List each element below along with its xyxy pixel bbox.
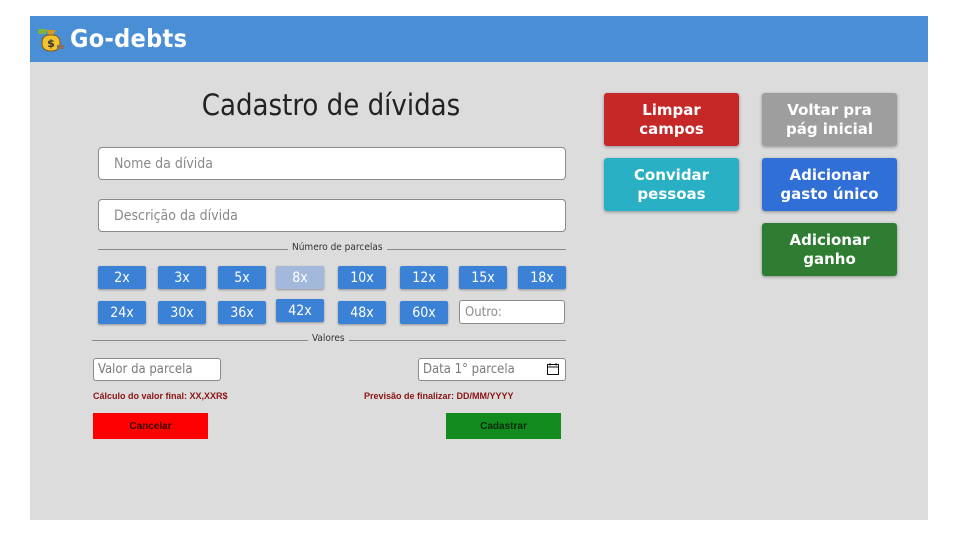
parcelas-label: Número de parcelas bbox=[288, 242, 387, 253]
voltar-inicial-button[interactable]: Voltar pra pág inicial bbox=[762, 93, 897, 146]
parcela-button-60x[interactable]: 60x bbox=[400, 301, 448, 324]
cadastrar-button[interactable]: Cadastrar bbox=[446, 413, 561, 439]
adicionar-gasto-unico-button[interactable]: Adicionar gasto único bbox=[762, 158, 897, 211]
outro-input[interactable]: Outro: bbox=[459, 300, 565, 324]
parcela-button-10x[interactable]: 10x bbox=[338, 266, 386, 289]
parcela-button-24x[interactable]: 24x bbox=[98, 301, 146, 324]
parcela-button-2x[interactable]: 2x bbox=[98, 266, 146, 289]
parcela-button-12x[interactable]: 12x bbox=[400, 266, 448, 289]
previsao-finalizar: Previsão de finalizar: DD/MM/YYYY bbox=[364, 391, 514, 401]
parcela-button-48x[interactable]: 48x bbox=[338, 301, 386, 324]
money-bag-icon: $ bbox=[38, 29, 64, 52]
parcela-button-8x[interactable]: 8x bbox=[276, 266, 324, 289]
calculo-valor-final: Cálculo do valor final: XX,XXR$ bbox=[93, 391, 228, 401]
valor-parcela-input[interactable]: Valor da parcela bbox=[93, 358, 221, 381]
cancelar-button[interactable]: Cancelar bbox=[93, 413, 208, 439]
parcela-button-36x[interactable]: 36x bbox=[218, 301, 266, 324]
data-parcela-input[interactable]: Data 1° parcela bbox=[418, 358, 566, 381]
data-parcela-placeholder: Data 1° parcela bbox=[423, 362, 515, 377]
adicionar-ganho-button[interactable]: Adicionar ganho bbox=[762, 223, 897, 276]
app-title: Go-debts bbox=[70, 24, 188, 53]
descricao-divida-input[interactable]: Descrição da dívida bbox=[98, 199, 566, 232]
parcela-button-30x[interactable]: 30x bbox=[158, 301, 206, 324]
svg-text:$: $ bbox=[47, 37, 55, 50]
page-title: Cadastro de dívidas bbox=[201, 88, 461, 122]
valores-label: Valores bbox=[308, 333, 349, 344]
header-bar: $ Go-debts bbox=[30, 16, 928, 62]
parcela-button-15x[interactable]: 15x bbox=[459, 266, 507, 289]
convidar-pessoas-button[interactable]: Convidar pessoas bbox=[604, 158, 739, 211]
app-window: $ Go-debts Cadastro de dívidas Nome da d… bbox=[30, 16, 928, 520]
parcela-button-3x[interactable]: 3x bbox=[158, 266, 206, 289]
parcela-button-42x[interactable]: 42x bbox=[276, 299, 324, 322]
calendar-icon[interactable] bbox=[547, 363, 559, 375]
nome-divida-input[interactable]: Nome da dívida bbox=[98, 147, 566, 180]
parcela-button-5x[interactable]: 5x bbox=[218, 266, 266, 289]
limpar-campos-button[interactable]: Limpar campos bbox=[604, 93, 739, 146]
parcela-button-18x[interactable]: 18x bbox=[518, 266, 566, 289]
